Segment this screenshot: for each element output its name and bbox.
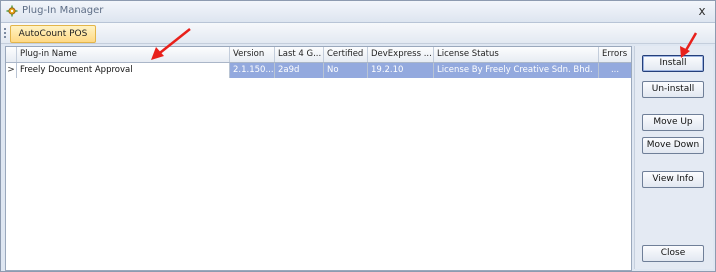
close-button[interactable]: Close	[642, 245, 704, 262]
grid-header: Plug-in Name Version Last 4 G... Certifi…	[6, 47, 631, 63]
header-indicator	[6, 47, 17, 62]
column-header-certified[interactable]: Certified	[324, 47, 368, 62]
cell-plugin-name[interactable]: Freely Document Approval	[17, 63, 230, 78]
annotation-arrow-icon	[680, 32, 698, 58]
tab-autocount-pos[interactable]: AutoCount POS	[10, 25, 96, 43]
close-window-icon[interactable]: x	[695, 3, 709, 19]
view-info-button[interactable]: View Info	[642, 171, 704, 188]
window-title: Plug-In Manager	[22, 5, 104, 16]
move-up-button[interactable]: Move Up	[642, 114, 704, 131]
title-bar: Plug-In Manager x	[1, 1, 715, 23]
cell-license-status[interactable]: License By Freely Creative Sdn. Bhd.	[434, 63, 599, 78]
toolbar-grip-icon[interactable]	[4, 28, 8, 38]
uninstall-button[interactable]: Un-install	[642, 81, 704, 98]
cell-certified[interactable]: No	[324, 63, 368, 78]
plugin-manager-window: Plug-In Manager x AutoCount POS Plug-in …	[0, 0, 716, 272]
column-header-devexpress[interactable]: DevExpress ...	[368, 47, 434, 62]
column-header-errors[interactable]: Errors	[599, 47, 631, 62]
cell-last4[interactable]: 2a9d	[275, 63, 324, 78]
column-header-last4[interactable]: Last 4 G...	[275, 47, 324, 62]
cell-version[interactable]: 2.1.150...	[230, 63, 275, 78]
cell-devexpress[interactable]: 19.2.10	[368, 63, 434, 78]
column-header-plugin-name[interactable]: Plug-in Name	[17, 47, 230, 62]
column-header-version[interactable]: Version	[230, 47, 275, 62]
annotation-arrow-icon	[151, 28, 191, 60]
toolbar: AutoCount POS	[1, 23, 715, 44]
table-row[interactable]: > Freely Document Approval 2.1.150... 2a…	[6, 63, 631, 78]
cell-errors-ellipsis-button[interactable]: ...	[599, 63, 631, 78]
plugin-gear-icon	[6, 5, 18, 17]
button-panel: Install Un-install Move Up Move Down Vie…	[634, 46, 713, 269]
row-indicator-icon[interactable]: >	[6, 63, 17, 78]
plugin-grid[interactable]: Plug-in Name Version Last 4 G... Certifi…	[5, 46, 632, 271]
column-header-license-status[interactable]: License Status	[434, 47, 599, 62]
move-down-button[interactable]: Move Down	[642, 137, 704, 154]
